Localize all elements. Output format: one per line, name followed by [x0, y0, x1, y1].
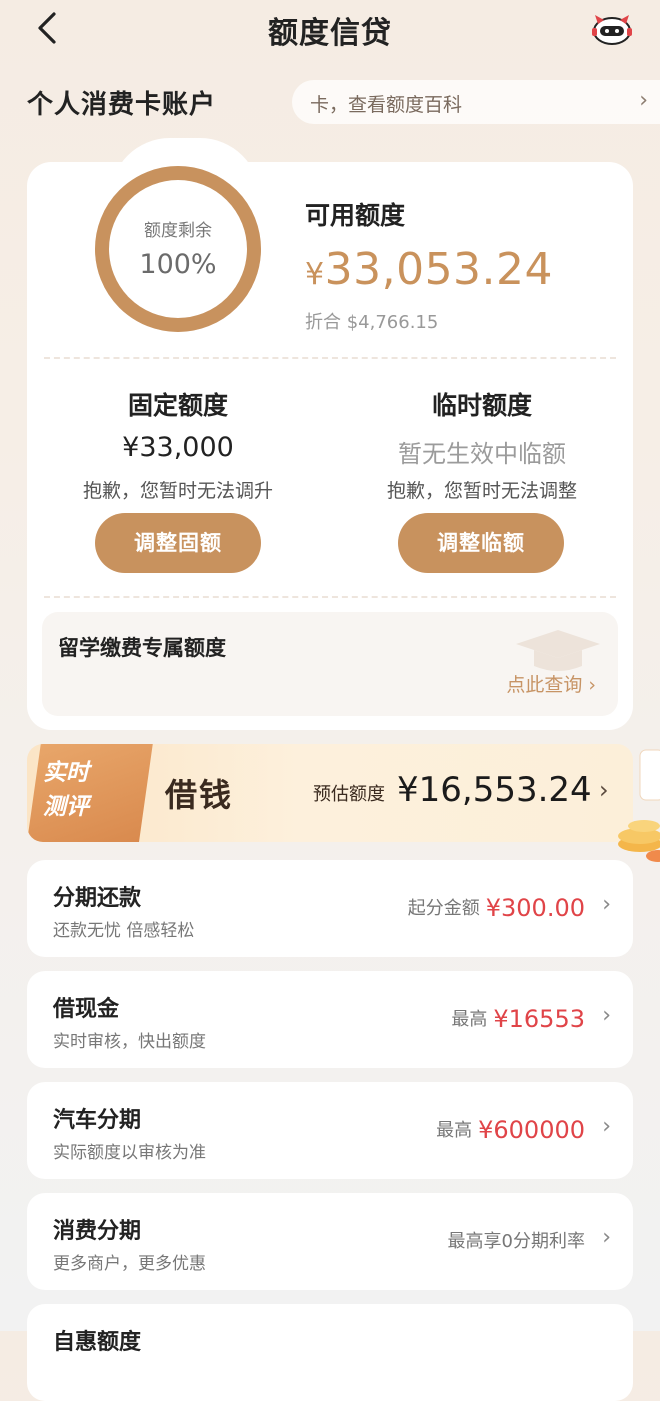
temporary-note: 抱歉，您暂时无法调整	[386, 480, 577, 502]
encyclopedia-text: 卡，查看额度百科	[310, 94, 463, 116]
estimate-label: 预估额度	[313, 784, 385, 805]
fixed-note: 抱歉，您暂时无法调升	[82, 480, 273, 502]
list-item-title: 借现金	[53, 997, 120, 1022]
temporary-title: 临时额度	[431, 391, 532, 420]
list-item-partial[interactable]: 自惠额度	[27, 1304, 633, 1401]
converted-amount: 折合 $4,766.15	[305, 312, 439, 333]
estimate-amount: ¥16,553.24	[397, 770, 592, 810]
currency-symbol: ¥	[305, 257, 325, 292]
divider	[44, 357, 616, 359]
tag-line-1: 实时	[43, 760, 89, 786]
chevron-right-icon: ›	[599, 776, 609, 804]
list-item-right: 最高 ¥16553	[451, 1005, 585, 1033]
gold-coins-icon	[618, 749, 660, 862]
chevron-right-icon: ›	[602, 1225, 611, 1250]
chevron-right-icon: ›	[639, 88, 648, 113]
tag-line-2: 测评	[43, 794, 89, 820]
realtime-tag-text: 实时 测评	[43, 756, 133, 824]
list-item-amount: ¥600000	[478, 1116, 585, 1144]
list-item-amount: ¥16553	[493, 1005, 585, 1033]
available-label: 可用额度	[305, 201, 406, 230]
divider	[44, 596, 616, 598]
list-item-label: 最高	[451, 1009, 488, 1030]
temporary-value: 暂无生效中临额	[398, 440, 566, 468]
list-item-subtitle: 实时审核，快出额度	[53, 1032, 206, 1052]
list-item-right: 最高 ¥600000	[436, 1116, 585, 1144]
list-item-consumer-installment[interactable]: 消费分期 更多商户，更多优惠 最高享0分期利率 ›	[27, 1193, 633, 1290]
list-item-amount: ¥300.00	[485, 894, 585, 922]
list-item-title: 自惠额度	[53, 1330, 142, 1355]
study-title: 留学缴费专属额度	[58, 636, 226, 660]
list-item-car-installment[interactable]: 汽车分期 实际额度以审核为准 最高 ¥600000 ›	[27, 1082, 633, 1179]
adjust-temporary-button[interactable]: 调整临额	[398, 513, 564, 573]
list-item-cash-loan[interactable]: 借现金 实时审核，快出额度 最高 ¥16553 ›	[27, 971, 633, 1068]
chevron-right-icon: ›	[602, 1114, 611, 1139]
list-item-title: 分期还款	[53, 886, 142, 911]
list-item-subtitle: 实际额度以审核为准	[53, 1143, 206, 1163]
list-item-right: 最高享0分期利率	[448, 1227, 585, 1253]
encyclopedia-link[interactable]: 卡，查看额度百科 ›	[292, 80, 660, 124]
ring-label: 额度剩余	[144, 221, 212, 241]
adjust-fixed-button[interactable]: 调整固额	[95, 513, 261, 573]
account-title: 个人消费卡账户	[27, 90, 217, 120]
list-item-label: 起分金额	[407, 898, 480, 919]
list-item-installment-repay[interactable]: 分期还款 还款无忧 倍感轻松 起分金额 ¥300.00 ›	[27, 860, 633, 957]
list-item-title: 消费分期	[53, 1219, 142, 1244]
list-item-right: 起分金额 ¥300.00	[408, 894, 585, 922]
list-item-label: 最高享0分期利率	[447, 1231, 585, 1252]
page-title: 额度信贷	[268, 16, 392, 51]
list-item-title: 汽车分期	[53, 1108, 142, 1133]
ring-percent: 100%	[139, 249, 217, 280]
list-item-label: 最高	[436, 1120, 473, 1141]
available-amount: ¥33,053.24	[305, 244, 553, 295]
available-amount-value: 33,053.24	[324, 244, 554, 295]
chevron-right-icon: ›	[602, 1003, 611, 1028]
graduation-cap-icon	[516, 630, 600, 671]
chevron-right-icon: ›	[602, 892, 611, 917]
list-item-subtitle: 更多商户，更多优惠	[53, 1254, 206, 1274]
fixed-value: ¥33,000	[122, 432, 234, 463]
study-query-link[interactable]: 点此查询 ›	[506, 670, 596, 697]
loan-banner[interactable]: 实时 测评 借钱 预估额度 ¥16,553.24 ›	[27, 744, 633, 842]
robot-assistant-icon	[592, 15, 632, 45]
study-abroad-card[interactable]: 留学缴费专属额度 点此查询 ›	[42, 612, 618, 716]
list-item-subtitle: 还款无忧 倍感轻松	[53, 921, 195, 941]
fixed-title: 固定额度	[127, 391, 228, 420]
borrow-title: 借钱	[165, 776, 234, 814]
assistant-button[interactable]	[590, 10, 634, 48]
